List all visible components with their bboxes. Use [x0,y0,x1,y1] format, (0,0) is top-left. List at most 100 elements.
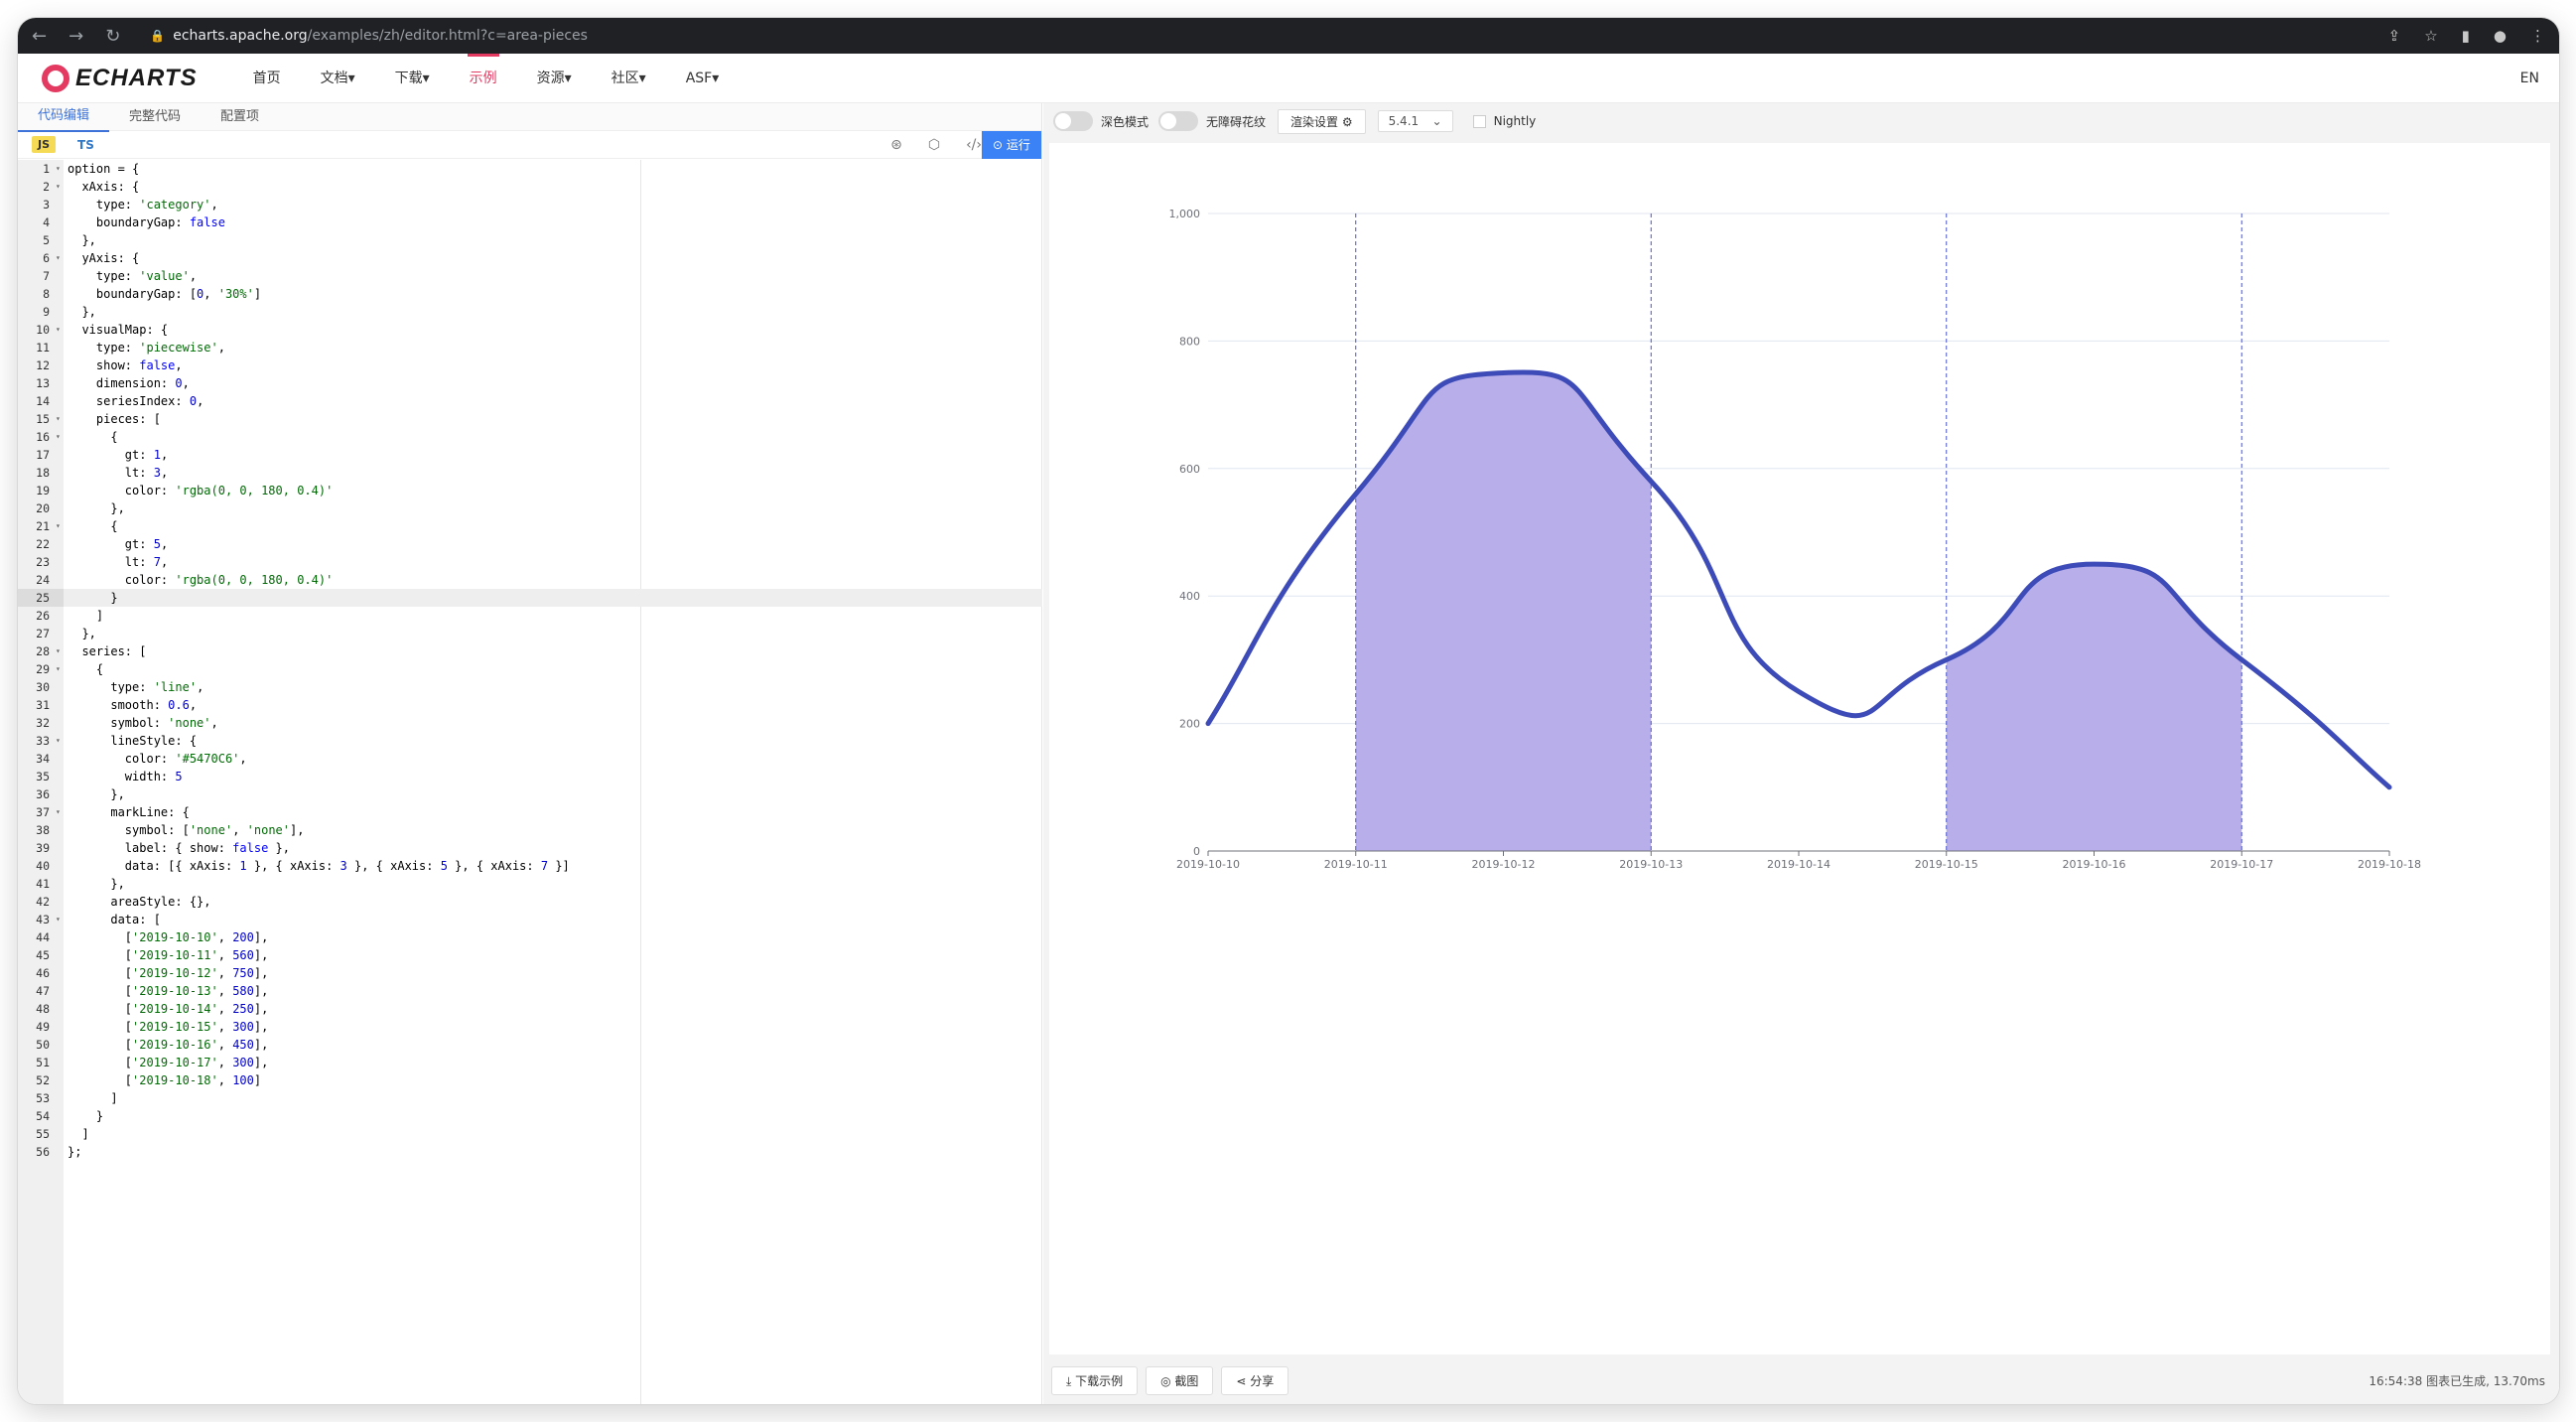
line-number: 27 [36,627,50,640]
menu-docs[interactable]: 文档▾ [301,54,375,103]
x-tick-label: 2019-10-13 [1619,858,1683,871]
line-number: 50 [36,1038,50,1052]
line-number: 40 [36,859,50,873]
fold-arrow-icon[interactable]: ▾ [56,178,64,196]
code-line: gt: 1, [68,448,169,462]
code-line: pieces: [ [68,412,161,426]
back-icon[interactable]: ← [32,26,47,47]
y-tick-label: 600 [1179,463,1200,476]
code-line: series: [ [68,644,147,658]
sidebar-icon[interactable]: ▮ [2462,27,2470,45]
tab-code-edit[interactable]: 代码编辑 [18,102,110,132]
address-bar[interactable]: echarts.apache.org/examples/zh/editor.ht… [173,28,588,44]
fold-arrow-icon[interactable]: ▾ [56,321,64,339]
menu-home[interactable]: 首页 [233,54,301,103]
dark-mode-label: 深色模式 [1101,114,1150,129]
code-line: areaStyle: {}, [68,895,211,909]
fold-arrow-icon[interactable]: ▾ [56,517,64,535]
fold-arrow-icon[interactable]: ▾ [56,911,64,928]
code-line: symbol: 'none', [68,716,218,730]
code-line: }, [68,877,125,891]
code-line: markLine: { [68,805,190,819]
bookmark-star-icon[interactable]: ☆ [2424,27,2437,45]
menu-asf[interactable]: ASF▾ [666,54,740,103]
x-tick-label: 2019-10-11 [1324,858,1388,871]
line-number: 17 [36,448,50,462]
tab-full-code[interactable]: 完整代码 [109,103,201,131]
fold-arrow-icon[interactable]: ▾ [56,249,64,267]
line-number: 34 [36,752,50,766]
menu-resources[interactable]: 资源▾ [517,54,592,103]
code-line: seriesIndex: 0, [68,394,204,408]
line-number: 38 [36,823,50,837]
code-line: ] [68,1127,89,1141]
share-button[interactable]: ⋖ 分享 [1221,1365,1289,1395]
line-number: 48 [36,1002,50,1016]
lock-icon: 🔒 [150,29,166,43]
code-line: ['2019-10-16', 450], [68,1038,269,1052]
nightly-checkbox[interactable] [1472,114,1486,128]
tab-options[interactable]: 配置项 [201,103,279,131]
reload-icon[interactable]: ↻ [105,26,120,47]
y-tick-label: 400 [1179,590,1200,603]
line-number: 5 [43,233,50,247]
nav-buttons: ← → ↻ [32,26,120,47]
code-line: type: 'line', [68,680,204,694]
run-button[interactable]: ⊙ 运行 [982,131,1041,159]
x-tick-label: 2019-10-16 [2063,858,2126,871]
forward-icon[interactable]: → [68,26,83,47]
more-menu-icon[interactable]: ⋮ [2530,27,2545,45]
code-editor[interactable]: 1 ▾ option = {2 ▾ xAxis: {3 type: 'category… [18,160,1042,1404]
dark-mode-toggle[interactable] [1053,111,1093,131]
js-toggle[interactable]: JS [32,136,57,153]
decal-toggle[interactable] [1158,111,1199,131]
codepen-icon[interactable]: ⬡ [928,131,940,159]
ts-toggle[interactable]: TS [77,138,94,152]
version-value: 5.4.1 [1388,114,1420,128]
line-number: 12 [36,358,50,372]
menu-download[interactable]: 下载▾ [375,54,450,103]
fold-arrow-icon[interactable]: ▾ [56,660,64,678]
language-switch[interactable]: EN [2520,71,2539,86]
menu-community[interactable]: 社区▾ [592,54,666,103]
profile-icon[interactable]: ● [2494,27,2507,45]
code-line: lt: 3, [68,466,169,480]
render-settings-button[interactable]: 渲染设置 ⚙ [1278,108,1366,134]
version-select[interactable]: 5.4.1 ⌄ [1377,110,1453,132]
fold-arrow-icon[interactable]: ▾ [56,732,64,750]
screenshot-button[interactable]: ◎ 截图 [1146,1365,1214,1395]
embed-code-icon[interactable]: ‹/› [966,131,982,159]
menu-examples[interactable]: 示例 [450,53,517,103]
preview-panel: 深色模式 无障碍花纹 渲染设置 ⚙ 5.4.1 ⌄ Nightly 0 200 400… [1043,103,2559,1404]
code-line: { [68,430,118,444]
language-bar: JS TS ⊛ ⬡ ‹/› ⊙ 运行 [18,131,1041,159]
echarts-logo[interactable]: ECHARTS [42,64,198,92]
fold-arrow-icon[interactable]: ▾ [56,803,64,821]
code-line: lineStyle: { [68,734,198,748]
fold-arrow-icon[interactable]: ▾ [56,160,64,178]
chart-container[interactable]: 0 200 400 600 800 1,000 2019-10-10 2019-10-11 20… [1049,143,2550,1354]
fold-arrow-icon[interactable]: ▾ [56,642,64,660]
code-line: }; [68,1145,82,1159]
download-example-button[interactable]: ⤓ 下载示例 [1051,1365,1139,1395]
site-header: ECHARTS 首页 文档▾ 下载▾ 示例 资源▾ 社区▾ ASF▾ EN [18,53,2559,103]
line-number: 41 [36,877,50,891]
code-line: color: 'rgba(0, 0, 180, 0.4)' [68,484,334,498]
code-line: dimension: 0, [68,376,190,390]
decal-label: 无障碍花纹 [1206,114,1267,129]
preview-controls: 深色模式 无障碍花纹 渲染设置 ⚙ 5.4.1 ⌄ Nightly [1043,103,2559,139]
code-line: type: 'piecewise', [68,341,225,355]
code-line: ['2019-10-10', 200], [68,930,269,944]
code-line: }, [68,787,125,801]
format-icon[interactable]: ⊛ [890,131,902,159]
line-number: 32 [36,716,50,730]
line-number: 56 [36,1145,50,1159]
share-icon[interactable]: ⇪ [2388,27,2401,45]
url-host: echarts.apache.org [173,28,308,44]
line-number: 19 [36,484,50,498]
code-line: smooth: 0.6, [68,698,198,712]
fold-arrow-icon[interactable]: ▾ [56,410,64,428]
code-line: ['2019-10-17', 300], [68,1056,269,1069]
print-margin [640,160,641,1404]
fold-arrow-icon[interactable]: ▾ [56,428,64,446]
